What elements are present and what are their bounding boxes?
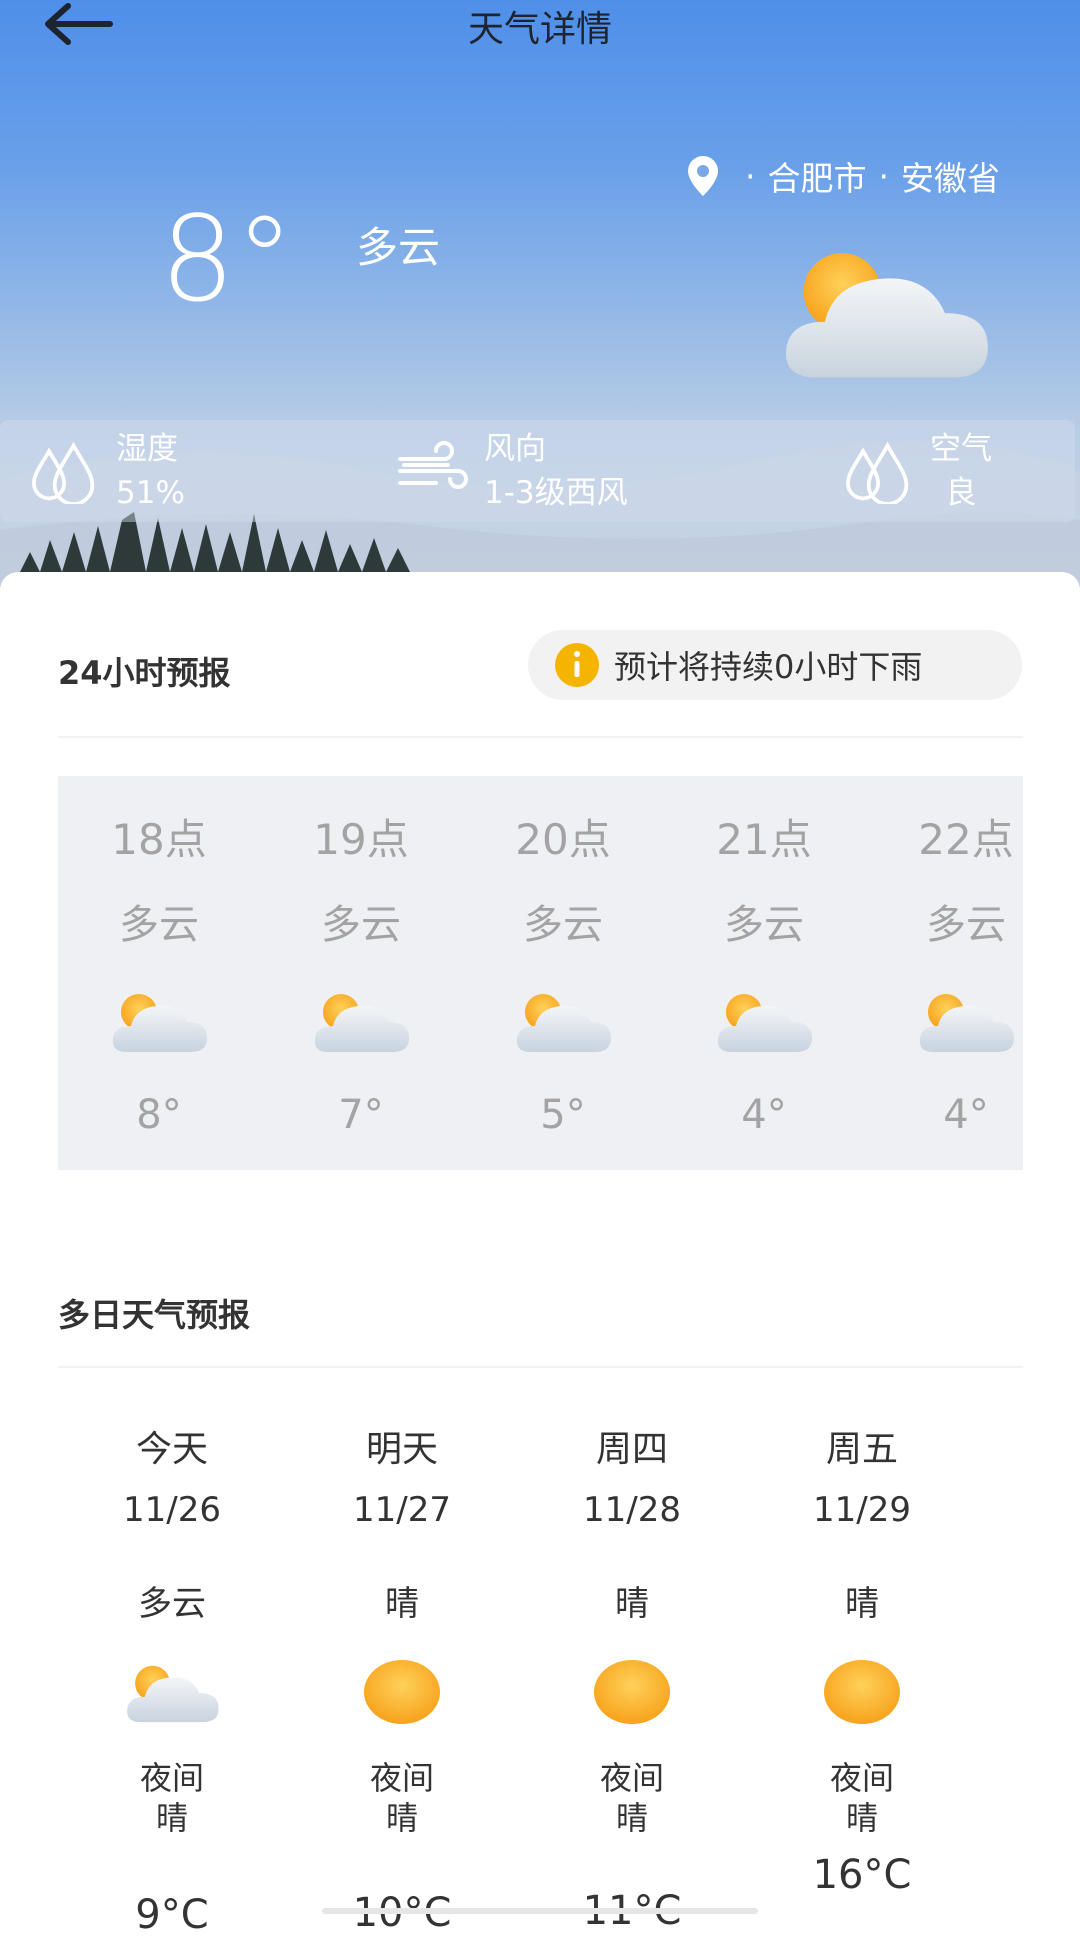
day-date: 11/29	[813, 1490, 911, 1530]
hour-temperature: 4°	[741, 1092, 787, 1138]
night-condition: 晴	[845, 1799, 878, 1837]
night-forecast: 夜间 晴	[72, 1758, 272, 1838]
hourly-forecast-list[interactable]: 18点 多云 8° 19点 多云 7° 20点 多云 5° 21点 多云 4° …	[58, 776, 1023, 1170]
info-bar: 湿度 51% 风向 1-3级西风 空气 良	[0, 420, 1075, 522]
sun-icon	[592, 1658, 672, 1726]
partly-cloudy-icon	[122, 1658, 222, 1726]
humidity-drops-icon	[28, 438, 104, 504]
day-date: 11/27	[353, 1490, 451, 1530]
hour-time: 19点	[313, 815, 409, 864]
air-quality-value: 良	[945, 475, 977, 511]
air-quality-item: 空气 良	[842, 420, 992, 522]
forecast-card: 24小时预报 预计将持续0小时下雨 18点 多云 8° 19点 多云 7° 20…	[0, 572, 1080, 1938]
hour-condition: 多云	[321, 902, 401, 948]
hour-condition: 多云	[523, 902, 603, 948]
humidity-value: 51%	[116, 475, 185, 511]
night-condition: 晴	[155, 1799, 188, 1837]
night-label: 夜间	[829, 1759, 894, 1797]
day-condition: 晴	[615, 1584, 649, 1624]
air-quality-drops-icon	[842, 438, 918, 504]
hour-temperature: 4°	[943, 1092, 989, 1138]
sun-icon	[822, 1658, 902, 1726]
hour-condition: 多云	[119, 902, 199, 948]
partly-cloudy-icon	[311, 986, 411, 1056]
hourly-item: 20点 多云 5°	[463, 776, 663, 1170]
hour-condition: 多云	[724, 902, 804, 948]
hour-temperature: 8°	[136, 1092, 182, 1138]
daily-section-title: 多日天气预报	[58, 1296, 251, 1334]
night-label: 夜间	[139, 1759, 204, 1797]
wind-value: 1-3级西风	[484, 475, 628, 511]
day-temperature: 9°C	[135, 1892, 209, 1938]
partly-cloudy-icon	[513, 986, 613, 1056]
partly-cloudy-icon	[770, 236, 1000, 386]
partly-cloudy-icon	[916, 986, 1016, 1056]
location-label[interactable]: · 合肥市 · 安徽省	[685, 152, 1000, 200]
rain-notice-text: 预计将持续0小时下雨	[614, 648, 923, 686]
day-name: 明天	[365, 1429, 438, 1470]
day-name: 今天	[135, 1429, 208, 1470]
sun-icon	[362, 1658, 442, 1726]
location-separator: ·	[745, 156, 756, 196]
day-condition: 多云	[138, 1584, 206, 1624]
hourly-section-title: 24小时预报	[58, 654, 231, 692]
location-separator: ·	[878, 156, 890, 196]
night-forecast: 夜间 晴	[762, 1758, 962, 1838]
humidity-item: 湿度 51%	[28, 420, 185, 522]
location-city: 合肥市	[767, 159, 867, 198]
humidity-label: 湿度	[116, 431, 178, 467]
night-condition: 晴	[615, 1799, 648, 1837]
day-condition: 晴	[845, 1584, 879, 1624]
hour-time: 18点	[111, 815, 207, 864]
hourly-item: 19点 多云 7°	[261, 776, 461, 1170]
night-label: 夜间	[369, 1759, 434, 1797]
wind-label: 风向	[484, 431, 546, 467]
night-condition: 晴	[385, 1799, 418, 1837]
current-temperature: 8°	[160, 190, 295, 328]
location-pin-icon	[688, 156, 718, 196]
night-forecast: 夜间 晴	[532, 1758, 732, 1838]
day-name: 周四	[595, 1429, 668, 1470]
divider	[58, 1366, 1023, 1368]
hour-condition: 多云	[926, 902, 1006, 948]
info-icon	[555, 643, 599, 687]
hour-temperature: 7°	[338, 1092, 384, 1138]
location-province: 安徽省	[901, 159, 1000, 198]
divider	[58, 736, 1023, 738]
hourly-item: 18点 多云 8°	[59, 776, 259, 1170]
rain-notice: 预计将持续0小时下雨	[528, 630, 1022, 700]
air-quality-label: 空气	[930, 431, 992, 467]
partly-cloudy-icon	[109, 986, 209, 1056]
wind-icon	[398, 441, 468, 489]
day-condition: 晴	[385, 1584, 419, 1624]
day-name: 周五	[825, 1429, 898, 1470]
hourly-item: 22点 多云 4°	[866, 776, 1023, 1170]
current-condition: 多云	[356, 223, 441, 272]
hour-temperature: 5°	[540, 1092, 586, 1138]
day-temperature: 16°C	[812, 1852, 912, 1898]
hour-time: 20点	[515, 815, 611, 864]
partly-cloudy-icon	[714, 986, 814, 1056]
hourly-item: 21点 多云 4°	[664, 776, 864, 1170]
top-bar: 天气详情	[0, 0, 1080, 50]
day-date: 11/26	[123, 1490, 221, 1530]
day-date: 11/28	[583, 1490, 681, 1530]
scroll-indicator[interactable]	[322, 1908, 758, 1914]
page-title: 天气详情	[467, 9, 612, 50]
hour-time: 22点	[918, 815, 1014, 864]
night-forecast: 夜间 晴	[302, 1758, 502, 1838]
night-label: 夜间	[599, 1759, 664, 1797]
hour-time: 21点	[716, 815, 812, 864]
wind-item: 风向 1-3级西风	[396, 420, 628, 522]
hero-section: 天气详情 · 合肥市 · 安徽省 8° 多云 湿度 51% 风向 1-3级西风	[0, 0, 1080, 600]
